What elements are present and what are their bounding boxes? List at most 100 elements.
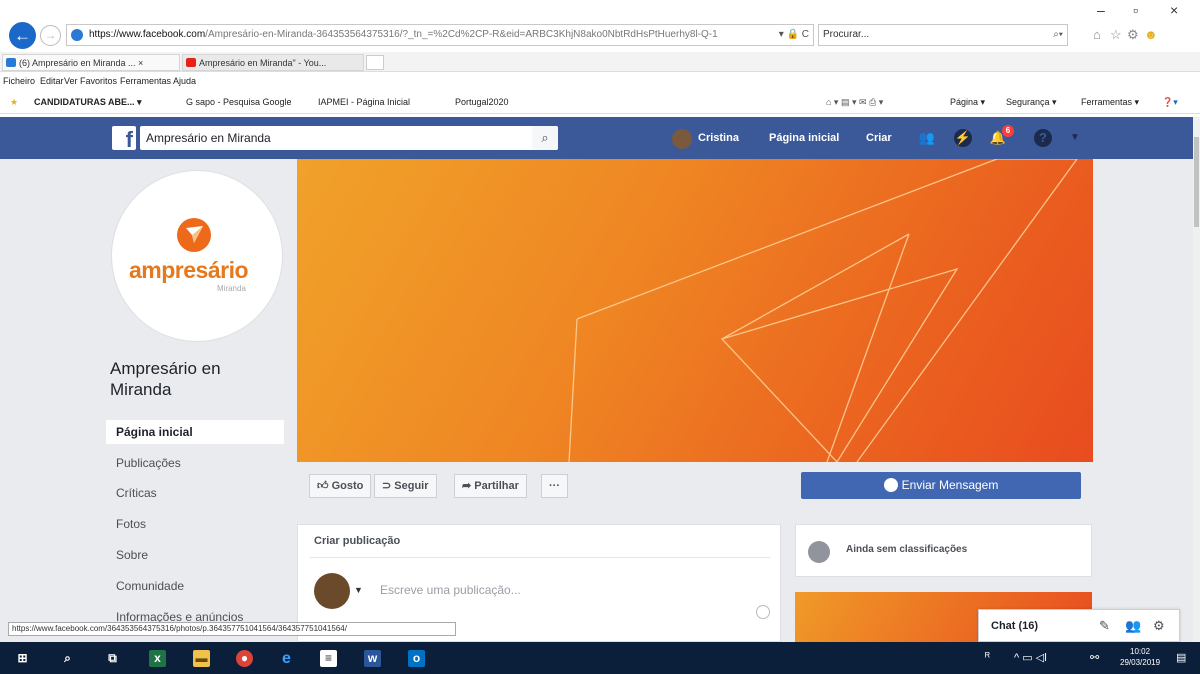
- ratings-text: Ainda sem classificações: [846, 544, 968, 555]
- menu-favorites[interactable]: Favoritos: [80, 73, 117, 89]
- create-link[interactable]: Criar: [866, 129, 892, 147]
- task-view-icon[interactable]: ⧉: [104, 650, 121, 667]
- excel-icon[interactable]: x: [149, 650, 166, 667]
- share-label: Partilhar: [474, 480, 519, 492]
- action-center-icon[interactable]: ▤: [1176, 651, 1186, 664]
- browser-tabs: (6) Ampresário en Miranda ... × Ampresár…: [0, 52, 1200, 72]
- rss-icon: ⊃: [382, 480, 392, 492]
- help-icon[interactable]: ❓▾: [1162, 90, 1178, 114]
- smiley-icon[interactable]: ☻: [1144, 27, 1158, 42]
- tray-icons[interactable]: ^ ▭ ◁ǀ: [1014, 651, 1047, 664]
- like-button[interactable]: 👍︎ Gosto: [309, 474, 372, 498]
- chrome-icon[interactable]: ●: [236, 650, 253, 667]
- windows-taskbar: ⊞ ⌕ ⧉ x ▬ ● e ≡ w o ᴿ ^ ▭ ◁ǀ ⚯ 10:02 29/…: [0, 642, 1200, 674]
- page-title[interactable]: Ampresário en Miranda: [110, 358, 270, 400]
- menu-help[interactable]: Ajuda: [173, 73, 196, 89]
- user-name-link[interactable]: Cristina: [698, 129, 739, 147]
- search-icon[interactable]: ⌕: [59, 650, 76, 667]
- facebook-tab-icon: [6, 58, 16, 67]
- forward-arrow-icon[interactable]: →: [40, 25, 61, 46]
- fav-sapo[interactable]: G sapo - Pesquisa Google: [186, 90, 292, 114]
- compose-icon[interactable]: ✎: [1099, 618, 1110, 634]
- scrollbar-thumb[interactable]: [1194, 137, 1199, 227]
- cover-photo[interactable]: [297, 159, 1093, 462]
- quick-help-icon[interactable]: ?: [1034, 129, 1052, 147]
- cmd-tools[interactable]: Ferramentas ▾: [1081, 90, 1139, 114]
- sidebar-item-community[interactable]: Comunidade: [106, 574, 284, 598]
- browser-search-input[interactable]: Procurar... ⌕▾: [818, 24, 1068, 46]
- file-explorer-icon[interactable]: ▬: [193, 650, 210, 667]
- search-icon[interactable]: ⌕: [532, 126, 558, 150]
- account-menu-chevron-icon[interactable]: ▼: [1066, 129, 1084, 147]
- notepad-icon[interactable]: ≡: [320, 650, 337, 667]
- sidebar-item-photos[interactable]: Fotos: [106, 512, 284, 536]
- tab-youtube[interactable]: Ampresário en Miranda" - You...: [182, 54, 364, 71]
- tab-ampresario-facebook[interactable]: (6) Ampresário en Miranda ... ×: [2, 54, 180, 71]
- more-button[interactable]: ···: [541, 474, 568, 498]
- clock[interactable]: 10:02 29/03/2019: [1120, 646, 1160, 668]
- group-chat-icon[interactable]: 👥: [1125, 618, 1141, 634]
- settings-gear-icon[interactable]: ⚙: [1153, 618, 1165, 634]
- menu-file[interactable]: Ficheiro: [3, 73, 35, 89]
- page-profile-picture[interactable]: [111, 170, 283, 342]
- address-controls[interactable]: ▾ 🔒 C: [779, 25, 809, 45]
- chat-label: Chat (16): [991, 620, 1039, 632]
- facebook-logo-icon[interactable]: f: [112, 126, 136, 152]
- fav-portugal2020[interactable]: Portugal2020: [455, 90, 509, 114]
- emoji-icon[interactable]: [756, 605, 770, 619]
- network-icon[interactable]: ⚯: [1090, 651, 1099, 664]
- sidebar-item-reviews[interactable]: Críticas: [106, 481, 284, 505]
- settings-gear-icon[interactable]: ⚙: [1127, 27, 1139, 43]
- address-bar[interactable]: https://www.facebook.com/Ampresário-en-M…: [66, 24, 814, 46]
- internet-explorer-icon[interactable]: e: [278, 650, 295, 667]
- thumbs-up-icon: 👍︎: [317, 480, 329, 492]
- post-author-avatar[interactable]: [314, 573, 350, 609]
- windows-start-icon[interactable]: ⊞: [14, 650, 31, 667]
- friend-requests-icon[interactable]: 👥: [918, 129, 936, 147]
- menu-tools[interactable]: Ferramentas: [120, 73, 171, 89]
- fav-iapmei[interactable]: IAPMEI - Página Inicial: [318, 90, 410, 114]
- send-message-label: Enviar Mensagem: [901, 478, 999, 492]
- minimize-icon[interactable]: –: [1097, 2, 1105, 18]
- post-input[interactable]: Escreve uma publicação...: [380, 583, 521, 597]
- favorites-star-icon[interactable]: ☆: [1110, 27, 1122, 43]
- cmd-page[interactable]: Página ▾: [950, 90, 985, 114]
- share-button[interactable]: ➦ Partilhar: [454, 474, 527, 498]
- user-avatar[interactable]: [672, 129, 692, 149]
- cmd-security[interactable]: Segurança ▾: [1006, 90, 1057, 114]
- outlook-icon[interactable]: o: [408, 650, 425, 667]
- maximize-icon[interactable]: ▫: [1133, 2, 1138, 18]
- menu-edit[interactable]: Editar: [40, 73, 64, 89]
- word-icon[interactable]: w: [364, 650, 381, 667]
- ie-page-icon: [71, 29, 83, 41]
- back-arrow-icon[interactable]: ←: [9, 22, 36, 49]
- ampresario-logo-icon: [177, 218, 211, 252]
- sidebar-item-posts[interactable]: Publicações: [106, 451, 284, 475]
- youtube-tab-icon: [186, 58, 196, 67]
- status-bar-url: https://www.facebook.com/364353564375316…: [8, 622, 456, 636]
- logo-subtitle: Miranda: [217, 284, 246, 293]
- fav-candidaturas[interactable]: CANDIDATURAS ABE... ▾: [34, 90, 142, 114]
- home-link[interactable]: Página inicial: [769, 129, 839, 147]
- menu-view[interactable]: Ver: [64, 73, 78, 89]
- people-icon[interactable]: ᴿ: [985, 651, 990, 663]
- browser-toolbar: – ▫ × ← → https://www.facebook.com/Ampre…: [0, 0, 1200, 52]
- new-tab-button[interactable]: [366, 55, 384, 70]
- page-scrollbar[interactable]: [1193, 117, 1200, 642]
- command-icons[interactable]: ⌂ ▾ ▤ ▾ ✉ ⎙ ▾: [826, 90, 883, 114]
- send-message-button[interactable]: Enviar Mensagem: [801, 472, 1081, 499]
- close-icon[interactable]: ×: [1170, 2, 1178, 18]
- facebook-search-input[interactable]: [140, 126, 558, 150]
- add-favorite-icon[interactable]: ★: [10, 90, 18, 114]
- chat-bar[interactable]: Chat (16) ✎ 👥 ⚙: [978, 609, 1180, 642]
- chevron-down-icon[interactable]: ▼: [354, 585, 363, 595]
- menu-bar: Ficheiro Editar Ver Favoritos Ferramenta…: [0, 73, 1200, 89]
- sidebar-item-about[interactable]: Sobre: [106, 543, 284, 567]
- sidebar-item-home[interactable]: Página inicial: [106, 420, 284, 444]
- follow-button[interactable]: ⊃ Seguir: [374, 474, 437, 498]
- search-icon[interactable]: ⌕▾: [1053, 25, 1063, 45]
- messenger-icon[interactable]: ⚡: [954, 129, 972, 147]
- ratings-card: Ainda sem classificações: [795, 524, 1092, 577]
- home-icon[interactable]: ⌂: [1093, 27, 1101, 42]
- speech-bubble-icon: [808, 541, 830, 563]
